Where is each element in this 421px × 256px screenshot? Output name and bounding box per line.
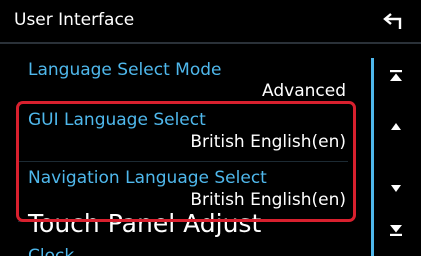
settings-list: Language Select Mode Advanced GUI Langua… — [0, 46, 366, 256]
title-bar: User Interface — [0, 0, 421, 44]
page-title: User Interface — [14, 10, 135, 30]
list-item-value: British English(en) — [190, 190, 346, 210]
scrollbar — [366, 46, 421, 256]
list-item-touch-panel-adjust[interactable]: Touch Panel Adjust — [8, 209, 360, 246]
list-item-label: Navigation Language Select — [28, 168, 267, 188]
list-item-label: Touch Panel Adjust — [28, 209, 262, 238]
scroll-up-button[interactable] — [380, 109, 416, 145]
list-item-label: Clock — [28, 246, 75, 256]
scroll-top-button[interactable] — [380, 58, 416, 94]
list-item-label: GUI Language Select — [28, 110, 206, 130]
list-item-gui-language-select[interactable]: GUI Language Select British English(en) — [8, 103, 360, 161]
scroll-down-icon — [391, 185, 401, 192]
scroll-bottom-icon — [390, 225, 402, 236]
scroll-bottom-button[interactable] — [380, 212, 416, 248]
list-item-label: Language Select Mode — [28, 60, 222, 80]
list-item-language-select-mode[interactable]: Language Select Mode Advanced — [8, 46, 360, 101]
scroll-up-icon — [391, 123, 401, 130]
return-arrow-icon — [383, 13, 402, 29]
list-item-clock[interactable]: Clock — [8, 246, 360, 256]
list-item-value: Advanced — [262, 81, 346, 101]
scroll-track[interactable] — [371, 58, 374, 256]
list-item-value: British English(en) — [190, 132, 346, 152]
back-button[interactable] — [366, 0, 421, 44]
scroll-top-icon — [390, 70, 402, 81]
scroll-down-button[interactable] — [380, 170, 416, 206]
